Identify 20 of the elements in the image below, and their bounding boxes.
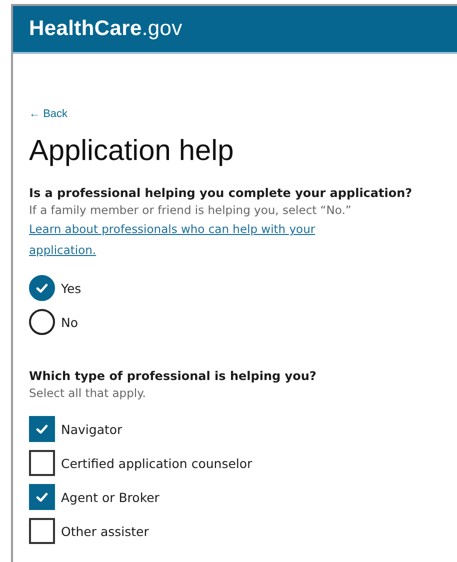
checkbox[interactable] <box>29 518 55 544</box>
radio-button[interactable] <box>29 309 55 335</box>
site-logo[interactable]: HealthCare.gov <box>29 17 182 41</box>
radio-label: No <box>61 314 78 330</box>
radio-button[interactable] <box>29 275 55 301</box>
checkbox-label: Other assister <box>61 524 149 538</box>
question-hint: Select all that apply. <box>29 386 147 400</box>
question-label: Which type of professional is helping you? <box>29 369 318 383</box>
checkbox[interactable] <box>29 484 55 510</box>
back-link[interactable]: ← Back <box>29 108 68 120</box>
help-link[interactable]: Learn about professionals who can help with your application. <box>29 219 319 261</box>
checkbox-label: Agent or Broker <box>61 490 160 504</box>
page-title: Application help <box>29 135 235 168</box>
radio-label: Yes <box>61 280 82 296</box>
checkbox[interactable] <box>29 416 55 442</box>
checkbox-label: Navigator <box>61 422 122 436</box>
question-label: Is a professional helping you complete your application? <box>29 186 414 200</box>
question-hint: If a family member or friend is helping you, select “No.” <box>29 203 352 217</box>
checkbox[interactable] <box>29 450 55 476</box>
checkbox-label: Certified application counselor <box>61 456 252 470</box>
